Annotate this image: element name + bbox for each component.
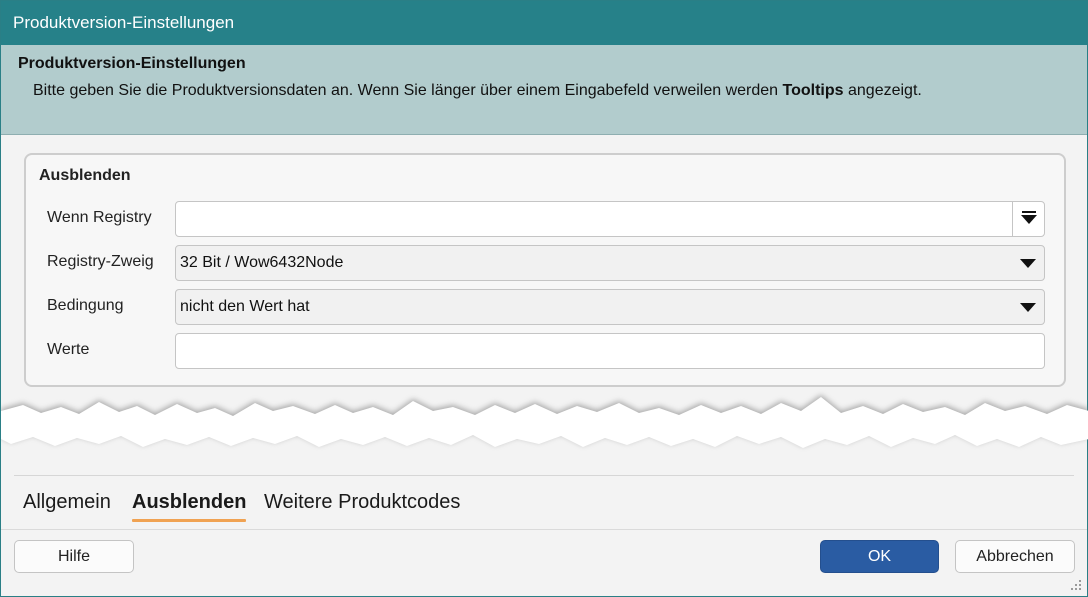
ok-button[interactable]: OK (820, 540, 939, 573)
resize-grip-icon[interactable] (1071, 580, 1081, 590)
footer-separator (1, 529, 1087, 530)
label-bedingung: Bedingung (47, 297, 124, 314)
label-wenn-registry: Wenn Registry (47, 209, 152, 226)
group-title: Ausblenden (39, 167, 131, 184)
registry-branch-value: 32 Bit / Wow6432Node (180, 254, 344, 271)
dialog-header: Produktversion-Einstellungen Bitte geben… (1, 45, 1087, 135)
title-bar: Produktversion-Einstellungen (1, 1, 1087, 45)
registry-branch-select[interactable]: 32 Bit / Wow6432Node (175, 245, 1045, 281)
tabs-separator (14, 475, 1074, 476)
cancel-button[interactable]: Abbrechen (955, 540, 1075, 573)
chevron-down-icon (1010, 290, 1044, 324)
header-title: Produktversion-Einstellungen (18, 55, 246, 72)
header-description: Bitte geben Sie die Produktversionsdaten… (33, 82, 922, 100)
torn-edge-divider (1, 395, 1088, 448)
tab-ausblenden[interactable]: Ausblenden (132, 491, 247, 522)
values-input[interactable] (175, 333, 1045, 369)
help-button[interactable]: Hilfe (14, 540, 134, 573)
chevron-down-icon (1010, 246, 1044, 280)
description-end: angezeigt. (843, 82, 922, 99)
description-bold: Tooltips (782, 82, 844, 99)
condition-value: nicht den Wert hat (180, 298, 310, 315)
dialog-window: Produktversion-Einstellungen Produktvers… (0, 0, 1088, 597)
tab-allgemein[interactable]: Allgemein (23, 491, 111, 514)
label-werte: Werte (47, 341, 90, 358)
chevron-down-icon (1021, 215, 1037, 224)
tab-weitere-produktcodes[interactable]: Weitere Produktcodes (264, 491, 460, 514)
condition-select[interactable]: nicht den Wert hat (175, 289, 1045, 325)
chevron-down-bar-icon (1022, 211, 1036, 213)
label-registry-zweig: Registry-Zweig (47, 253, 154, 270)
registry-key-input[interactable] (175, 201, 1045, 237)
registry-picker-button[interactable] (1012, 202, 1044, 236)
group-box-ausblenden: Ausblenden Wenn Registry Registry-Zweig … (24, 153, 1066, 387)
window-title: Produktversion-Einstellungen (13, 13, 235, 32)
description-text: Bitte geben Sie die Produktversionsdaten… (33, 82, 783, 99)
